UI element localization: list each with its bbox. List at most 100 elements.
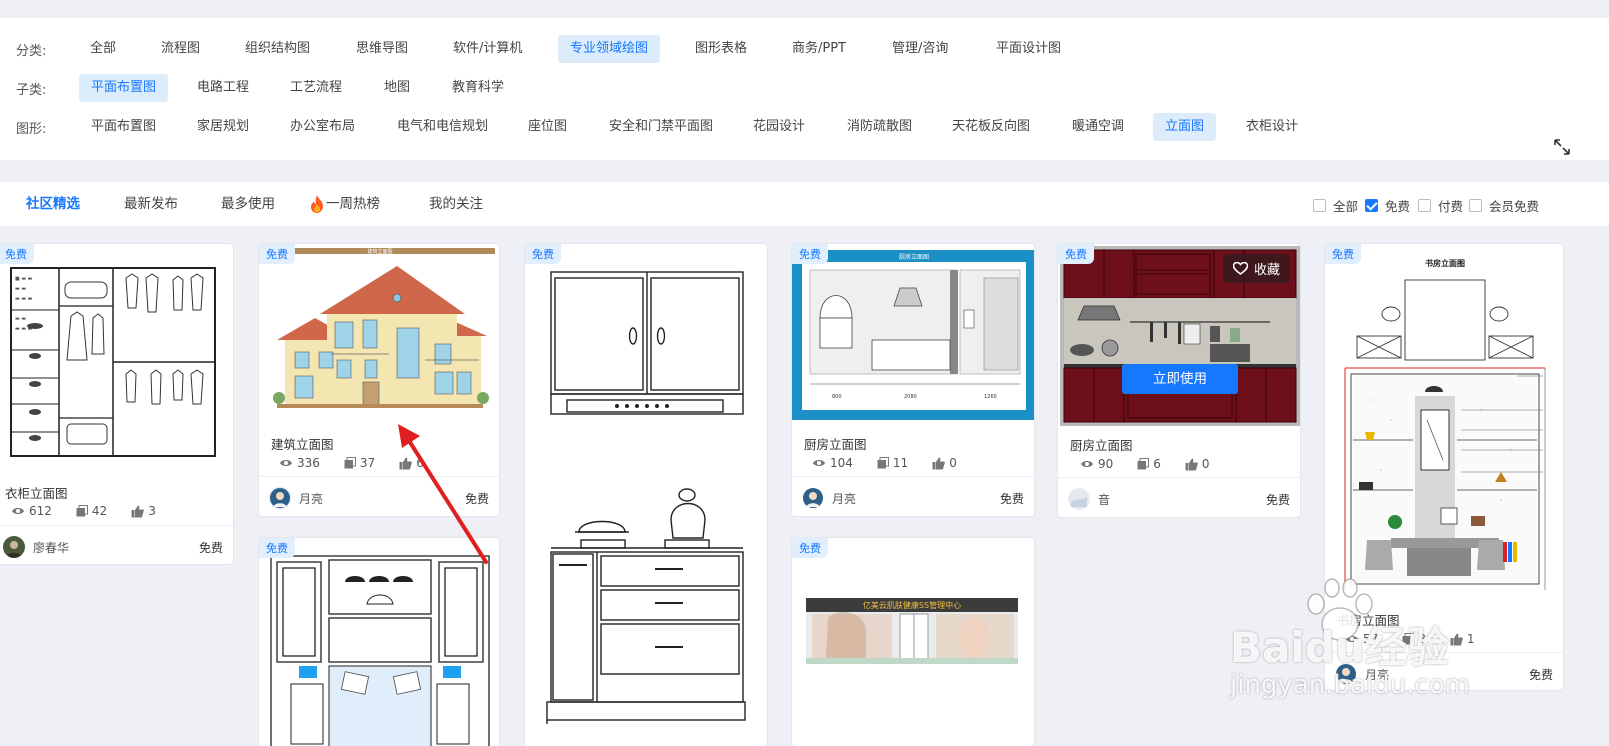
chip-shape-seating[interactable]: 座位图 [516,113,579,141]
card-footer: 音 免费 [1058,477,1300,517]
template-card-kitchen-cabinet[interactable]: 免费 [524,243,768,746]
likes-stat: 0 [1185,457,1210,471]
card-footer: 月亮 免费 [1325,652,1563,690]
views-stat: 90 [1080,457,1113,471]
tab-most-used[interactable]: 最多使用 [221,182,275,226]
author-name[interactable]: 廖春华 [33,539,69,556]
favorite-button[interactable]: 收藏 [1222,254,1290,283]
copies-stat: 6 [1137,457,1161,471]
checkbox[interactable] [1469,199,1482,212]
svg-text:1260: 1260 [984,394,997,400]
tab-featured[interactable]: 社区精选 [26,182,80,226]
tab-weekly-hot[interactable]: 一周热榜 [310,182,380,226]
free-badge: 免费 [1058,244,1094,264]
filter-all-label: 全部 [1333,199,1359,214]
checkbox-checked[interactable] [1365,199,1378,212]
thumbs-up-icon [131,505,145,517]
card-title[interactable]: 厨房立面图 [1070,435,1133,454]
template-card-study[interactable]: 免费 书房立面图 书房立面图 57 8 1 月亮 免费 [1324,243,1564,691]
avatar[interactable] [802,487,824,509]
card-title[interactable]: 厨房立面图 [804,434,867,453]
chip-shape-ceiling[interactable]: 天花板反向图 [940,113,1042,141]
card-title[interactable]: 建筑立面图 [271,434,334,453]
category-label: 分类: [16,43,47,59]
chip-shape-office[interactable]: 办公室布局 [278,113,367,141]
checkbox[interactable] [1418,199,1431,212]
template-card-kitchen-1[interactable]: 免费 厨房立面图 800 2080 1260 厨房立面图 104 11 0 月亮… [791,243,1035,517]
template-card-beauty[interactable]: 免费 亿美云肌肤健康SS管理中心 [791,537,1035,746]
favorite-label: 收藏 [1253,263,1280,278]
card-title[interactable]: 书房立面图 [1337,610,1400,629]
avatar[interactable] [269,487,291,509]
checkbox[interactable] [1313,199,1326,212]
filter-free-checkbox[interactable]: 免费 [1365,196,1410,215]
thumbs-up-icon [1450,633,1463,645]
fire-icon [311,195,323,213]
card-title[interactable]: 衣柜立面图 [5,483,68,502]
chip-shape-wardrobe[interactable]: 衣柜设计 [1234,113,1310,141]
tab-following[interactable]: 我的关注 [429,182,483,226]
chip-shape-elevation[interactable]: 立面图 [1153,113,1217,141]
chip-sub-circuit[interactable]: 电路工程 [185,74,261,102]
chip-sub-education[interactable]: 教育科学 [440,74,516,102]
eye-icon [1346,636,1358,642]
shape-row: 图形: 平面布置图 家居规划 办公室布局 电气和电信规划 座位图 安全和门禁平面… [0,112,1609,142]
card-footer: 廖春华 免费 [0,525,233,564]
card-stats: 57 8 1 [1345,632,1499,646]
chip-shape-hvac[interactable]: 暖通空调 [1060,113,1136,141]
svg-text:▬ ▬: ▬ ▬ [15,316,26,322]
category-row: 分类: 全部 流程图 组织结构图 思维导图 软件/计算机 专业领域绘图 图形表格… [0,34,1609,64]
avatar[interactable] [1068,488,1090,510]
filter-all-checkbox[interactable]: 全部 [1313,196,1358,215]
filter-member-checkbox[interactable]: 会员免费 [1469,196,1539,215]
wardrobe-thumbnail: ■ ▬ ▬ ▬ ▬ ▬ ▬ ▬ ▬ ▬ ▬ ▬ ▬ [1,254,229,464]
chip-category-mindmap[interactable]: 思维导图 [344,35,420,63]
chip-shape-home[interactable]: 家居规划 [185,113,261,141]
copy-icon [344,457,356,469]
chip-category-org[interactable]: 组织结构图 [233,35,322,63]
filter-paid-checkbox[interactable]: 付费 [1418,196,1463,215]
avatar[interactable] [3,536,25,558]
svg-text:■ ▬ ▬: ■ ▬ ▬ [15,276,33,282]
thumbs-up-icon [1185,458,1198,470]
author-name[interactable]: 月亮 [1365,666,1389,683]
chip-shape-security[interactable]: 安全和门禁平面图 [597,113,725,141]
chip-shape-floorplan[interactable]: 平面布置图 [79,113,168,141]
likes-count: 3 [148,504,156,518]
chip-shape-garden[interactable]: 花园设计 [741,113,817,141]
free-badge: 免费 [792,244,828,264]
card-stats: 104 11 0 [812,456,981,470]
template-card-wardrobe[interactable]: 免费 ■ ▬ ▬ ▬ ▬ ▬ ▬ ▬ ▬ ▬ ▬ ▬ ▬ 衣柜立面图 612 4… [0,243,234,565]
chip-category-management[interactable]: 管理/咨询 [880,35,960,63]
chip-category-flowchart[interactable]: 流程图 [149,35,212,63]
avatar[interactable] [1335,663,1357,685]
author-name[interactable]: 音 [1098,491,1110,508]
svg-text:2080: 2080 [904,394,917,400]
views-stat: 612 [11,504,52,518]
expand-icon[interactable] [1553,138,1571,156]
views-count: 90 [1098,457,1114,471]
card-footer: 月亮 免费 [792,476,1034,516]
likes-stat: 3 [131,504,156,518]
views-count: 104 [830,456,853,470]
use-now-button[interactable]: 立即使用 [1122,364,1238,394]
chip-sub-map[interactable]: 地图 [372,74,422,102]
chip-category-table[interactable]: 图形表格 [683,35,759,63]
chip-category-business[interactable]: 商务/PPT [780,35,858,63]
author-name[interactable]: 月亮 [299,490,323,507]
chip-category-software[interactable]: 软件/计算机 [441,35,534,63]
card-stats: 90 6 0 [1080,457,1234,471]
chip-category-all[interactable]: 全部 [78,35,128,63]
chip-sub-floorplan[interactable]: 平面布置图 [79,74,169,102]
filter-free-label: 免费 [1385,199,1411,214]
chip-shape-electrical[interactable]: 电气和电信规划 [385,113,500,141]
author-name[interactable]: 月亮 [832,490,856,507]
chip-sub-process[interactable]: 工艺流程 [278,74,354,102]
chip-category-graphic[interactable]: 平面设计图 [984,35,1073,63]
tab-latest[interactable]: 最新发布 [124,182,178,226]
template-card-kitchen-2[interactable]: 免费 收藏 立即使用 厨房立面图 90 6 0 音 免费 [1057,243,1301,518]
eye-icon [813,460,825,466]
chip-category-professional[interactable]: 专业领域绘图 [558,35,661,63]
beauty-banner-text: 亿美云肌肤健康SS管理中心 [863,600,961,610]
chip-shape-fire[interactable]: 消防疏散图 [835,113,924,141]
